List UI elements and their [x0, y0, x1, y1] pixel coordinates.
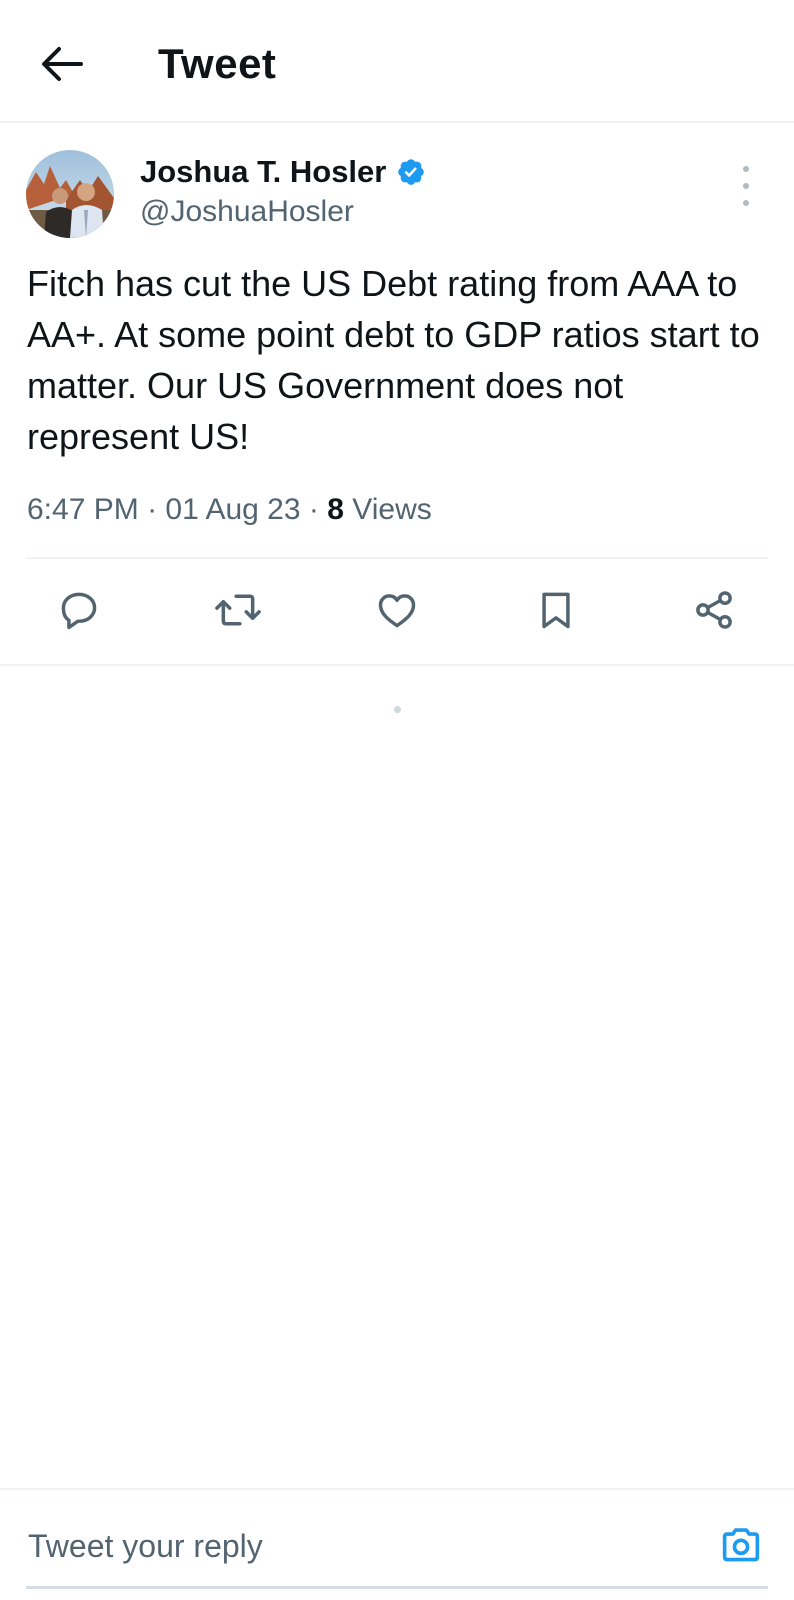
reply-button[interactable] — [54, 585, 104, 635]
page-title: Tweet — [158, 40, 277, 87]
share-icon — [696, 591, 732, 629]
more-dots-icon — [743, 166, 749, 172]
top-app-bar: Tweet — [0, 0, 794, 123]
like-button[interactable] — [372, 585, 422, 635]
retweet-button[interactable] — [213, 585, 263, 635]
verified-badge-icon — [398, 159, 425, 185]
camera-button[interactable] — [716, 1520, 766, 1570]
views-label[interactable]: Views — [352, 493, 431, 526]
author-avatar[interactable] — [26, 150, 114, 238]
tweet-date: 01 Aug 23 — [165, 493, 301, 526]
views-count[interactable]: 8 — [327, 493, 344, 526]
bookmark-button[interactable] — [531, 585, 581, 635]
avatar-image — [26, 150, 114, 238]
meta-separator: · — [147, 493, 158, 526]
divider — [26, 557, 768, 559]
author-name[interactable]: Joshua T. Hosler — [140, 152, 426, 192]
more-options-button[interactable] — [734, 166, 758, 206]
tweet-text: Fitch has cut the US Debt rating from AA… — [27, 263, 760, 457]
reply-underline — [26, 1586, 768, 1589]
retweet-icon — [215, 594, 261, 626]
camera-icon — [722, 1528, 760, 1562]
share-button[interactable] — [689, 585, 739, 635]
arrow-left-icon — [42, 47, 83, 81]
divider — [0, 664, 794, 666]
tweet-actions — [0, 585, 794, 635]
loading-indicator — [394, 706, 401, 713]
reply-input[interactable] — [26, 1520, 670, 1572]
tweet-time: 6:47 PM — [27, 493, 139, 526]
bookmark-icon — [542, 592, 570, 629]
reply-bar — [0, 1488, 794, 1600]
meta-separator: · — [308, 493, 319, 526]
author-name-text: Joshua T. Hosler — [140, 154, 387, 189]
heart-icon — [378, 594, 416, 628]
back-button[interactable] — [36, 38, 88, 90]
tweet-meta: 6:47 PM · 01 Aug 23 · 8 Views — [27, 490, 432, 530]
comment-icon — [61, 592, 97, 630]
author-handle[interactable]: @JoshuaHosler — [140, 192, 354, 232]
